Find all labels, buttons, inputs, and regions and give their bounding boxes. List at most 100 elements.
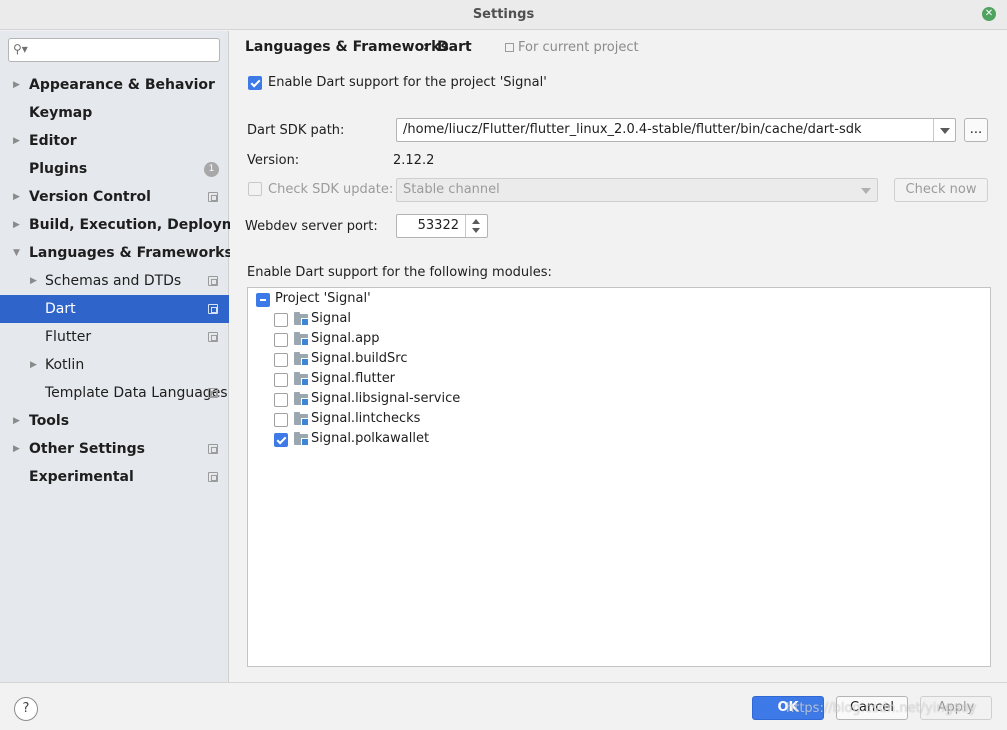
sidebar-item-label: Experimental <box>29 469 134 485</box>
scope-label: For current project <box>505 40 639 55</box>
sidebar-item-editor[interactable]: ▶ Editor <box>0 127 229 155</box>
chevron-down-icon[interactable] <box>855 179 877 201</box>
module-checkbox[interactable] <box>274 373 288 387</box>
module-checkbox[interactable] <box>274 393 288 407</box>
breadcrumb-parent[interactable]: Languages & Frameworks <box>245 39 449 55</box>
spin-down-icon[interactable] <box>472 228 480 233</box>
chevron-right-icon[interactable]: ▶ <box>13 71 23 99</box>
module-name: Signal.libsignal-service <box>311 391 461 406</box>
watermark: https://blog.csdn.net/yingaoy <box>786 701 977 716</box>
sidebar-item-label: Kotlin <box>45 357 85 373</box>
project-scope-icon <box>505 43 514 52</box>
module-checkbox[interactable] <box>274 333 288 347</box>
module-folder-icon <box>294 372 309 386</box>
sidebar-item-experimental[interactable]: Experimental <box>0 463 229 491</box>
sidebar-item-label: Schemas and DTDs <box>45 273 182 289</box>
module-checkbox[interactable] <box>274 413 288 427</box>
version-label: Version: <box>247 153 300 168</box>
check-sdk-update-checkbox[interactable] <box>248 182 262 196</box>
module-name: Signal.buildSrc <box>311 351 408 366</box>
module-checkbox[interactable] <box>274 313 288 327</box>
chevron-down-icon[interactable]: ▼ <box>13 239 23 267</box>
module-folder-icon <box>294 412 309 426</box>
sidebar-item-label: Plugins <box>29 161 88 177</box>
sidebar-item-tools[interactable]: ▶ Tools <box>0 407 229 435</box>
close-icon[interactable]: ✕ <box>982 7 996 21</box>
sidebar-item-label: Editor <box>29 133 77 149</box>
update-channel-select[interactable]: Stable channel <box>396 178 878 202</box>
module-name: Signal <box>311 311 351 326</box>
check-now-button[interactable]: Check now <box>894 178 988 202</box>
sidebar-item-version-control[interactable]: ▶ Version Control <box>0 183 229 211</box>
module-row[interactable]: Signal.polkawallet <box>274 430 774 450</box>
module-row[interactable]: Signal.libsignal-service <box>274 390 774 410</box>
sidebar-item-flutter[interactable]: Flutter <box>0 323 229 351</box>
module-checkbox[interactable] <box>274 433 288 447</box>
webdev-port-value: 53322 <box>417 218 459 233</box>
chevron-right-icon[interactable]: ▶ <box>13 183 23 211</box>
module-folder-icon <box>294 352 309 366</box>
module-folder-icon <box>294 392 309 406</box>
module-name: Signal.polkawallet <box>311 431 430 446</box>
module-name: Signal.app <box>311 331 380 346</box>
module-row[interactable]: Signal.app <box>274 330 774 350</box>
update-channel-value: Stable channel <box>403 182 500 197</box>
module-row[interactable]: Signal.lintchecks <box>274 410 774 430</box>
enable-dart-checkbox[interactable] <box>248 76 262 90</box>
sidebar-item-label: Other Settings <box>29 441 145 457</box>
module-row[interactable]: Signal.buildSrc <box>274 350 774 370</box>
project-scope-icon <box>208 276 218 286</box>
sdk-path-label: Dart SDK path: <box>247 123 345 138</box>
module-row[interactable]: Signal.flutter <box>274 370 774 390</box>
sidebar-item-label: Languages & Frameworks <box>29 245 233 261</box>
sidebar-item-label: Flutter <box>45 329 92 345</box>
chevron-right-icon[interactable]: ▶ <box>13 211 23 239</box>
project-scope-icon <box>208 388 218 398</box>
project-row[interactable]: Project 'Signal' <box>256 290 756 310</box>
help-button[interactable]: ? <box>14 697 38 721</box>
module-checkbox[interactable] <box>274 353 288 367</box>
sidebar-item-other-settings[interactable]: ▶ Other Settings <box>0 435 229 463</box>
sidebar-item-schemas[interactable]: ▶ Schemas and DTDs <box>0 267 229 295</box>
chevron-down-icon[interactable] <box>933 119 955 141</box>
enable-dart-label: Enable Dart support for the project 'Sig… <box>268 75 547 90</box>
sidebar-item-dart[interactable]: Dart <box>0 295 229 323</box>
chevron-right-icon[interactable]: ▶ <box>13 407 23 435</box>
sidebar-item-languages[interactable]: ▼ Languages & Frameworks <box>0 239 233 267</box>
sidebar-item-build[interactable]: ▶ Build, Execution, Deployment <box>0 211 263 239</box>
project-scope-icon <box>208 472 218 482</box>
sidebar-item-plugins[interactable]: Plugins 1 <box>0 155 229 183</box>
title-bar: Settings ✕ <box>0 0 1007 30</box>
scope-text: For current project <box>518 40 639 55</box>
sidebar-item-kotlin[interactable]: ▶ Kotlin <box>0 351 229 379</box>
sidebar-item-keymap[interactable]: Keymap <box>0 99 229 127</box>
check-sdk-update-label: Check SDK update: <box>268 182 394 197</box>
sdk-path-value: /home/liucz/Flutter/flutter_linux_2.0.4-… <box>403 122 862 137</box>
webdev-port-spinner[interactable]: 53322 <box>396 214 488 238</box>
module-name: Signal.lintchecks <box>311 411 421 426</box>
sidebar-item-label: Tools <box>29 413 70 429</box>
sdk-path-combobox[interactable]: /home/liucz/Flutter/flutter_linux_2.0.4-… <box>396 118 956 142</box>
sidebar-item-appearance[interactable]: ▶ Appearance & Behavior <box>0 71 229 99</box>
browse-sdk-button[interactable]: ... <box>964 118 988 142</box>
module-folder-icon <box>294 332 309 346</box>
spinner-arrows[interactable] <box>465 215 487 237</box>
chevron-right-icon[interactable]: ▶ <box>13 435 23 463</box>
chevron-right-icon[interactable]: ▶ <box>13 127 23 155</box>
module-folder-icon <box>294 432 309 446</box>
project-checkbox[interactable] <box>256 293 270 307</box>
project-name: Project 'Signal' <box>275 291 371 306</box>
modules-tree: Project 'Signal' Signal Signal.app Signa… <box>247 287 991 667</box>
chevron-right-icon[interactable]: ▶ <box>30 267 40 295</box>
search-input[interactable]: ⚲▾ <box>8 38 220 62</box>
sidebar-item-label: Version Control <box>29 189 151 205</box>
module-folder-icon <box>294 312 309 326</box>
modules-label: Enable Dart support for the following mo… <box>247 265 552 280</box>
sidebar-item-label: Keymap <box>29 105 93 121</box>
sidebar-item-template-data[interactable]: Template Data Languages <box>0 379 229 407</box>
sidebar-item-label: Dart <box>45 301 76 317</box>
module-name: Signal.flutter <box>311 371 396 386</box>
module-row[interactable]: Signal <box>274 310 774 330</box>
spin-up-icon[interactable] <box>472 219 480 224</box>
chevron-right-icon[interactable]: ▶ <box>30 351 40 379</box>
